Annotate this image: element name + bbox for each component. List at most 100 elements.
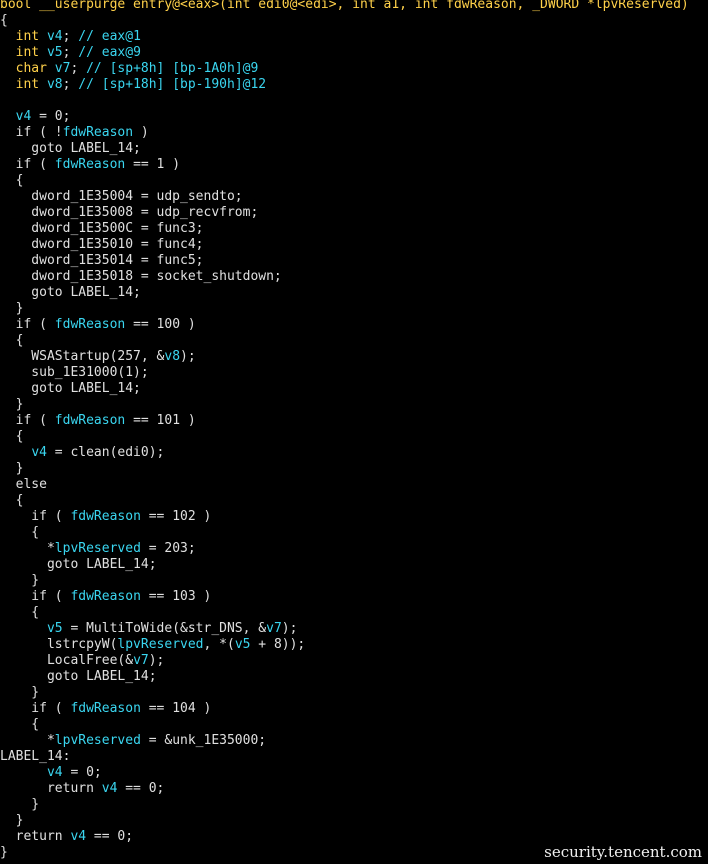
- code-token: {: [0, 333, 24, 348]
- code-line: v4 = clean(edi0);: [0, 445, 689, 461]
- code-token: sub_1E31000(1);: [0, 365, 149, 380]
- code-line: goto LABEL_14;: [0, 381, 689, 397]
- code-line: }: [0, 573, 689, 589]
- code-token: return: [0, 781, 102, 796]
- code-line: if ( fdwReason == 100 ): [0, 317, 689, 333]
- code-token: dword_1E35004 = udp_sendto;: [0, 189, 243, 204]
- code-token: {: [0, 493, 24, 508]
- code-line: {: [0, 525, 689, 541]
- variable-token: v8: [164, 349, 181, 364]
- code-token: *: [0, 733, 55, 748]
- code-token: WSAStartup(257, &: [0, 349, 165, 364]
- code-token: if (: [0, 413, 55, 428]
- code-line: goto LABEL_14;: [0, 557, 689, 573]
- code-line: }: [0, 461, 689, 477]
- code-line: goto LABEL_14;: [0, 669, 689, 685]
- comment-token: // eax@9: [78, 45, 141, 60]
- variable-token: v4: [46, 765, 63, 780]
- code-line: int v4; // eax@1: [0, 29, 689, 45]
- code-line: char v7; // [sp+8h] [bp-1A0h]@9: [0, 61, 689, 77]
- code-line: WSAStartup(257, &v8);: [0, 349, 689, 365]
- variable-token: lpvReserved: [54, 733, 141, 748]
- code-token: if (: [0, 317, 55, 332]
- variable-token: v5: [46, 621, 63, 636]
- code-line: {: [0, 333, 689, 349]
- code-token: = MultiToWide(&str_DNS, &: [62, 621, 267, 636]
- code-token: = 0;: [62, 765, 102, 780]
- code-token: == 0;: [117, 781, 165, 796]
- code-token: == 101 ): [125, 413, 196, 428]
- code-line: goto LABEL_14;: [0, 285, 689, 301]
- code-line: }: [0, 813, 689, 829]
- code-token: }: [0, 397, 24, 412]
- code-line: {: [0, 493, 689, 509]
- code-token: if (: [0, 589, 71, 604]
- variable-token: v8: [46, 77, 63, 92]
- variable-token: fdwReason: [54, 157, 126, 172]
- variable-token: fdwReason: [54, 317, 126, 332]
- type-keyword: int: [15, 77, 40, 92]
- code-token: else: [0, 477, 47, 492]
- code-line: {: [0, 173, 689, 189]
- code-line: return v4 == 0;: [0, 781, 689, 797]
- code-token: );: [148, 653, 165, 668]
- variable-token: fdwReason: [54, 413, 126, 428]
- variable-token: v7: [266, 621, 282, 636]
- code-line: if ( fdwReason == 104 ): [0, 701, 689, 717]
- code-line: {: [0, 717, 689, 733]
- code-token: ;: [70, 61, 87, 76]
- code-token: }: [0, 573, 40, 588]
- code-line: }: [0, 301, 689, 317]
- code-line: dword_1E35008 = udp_recvfrom;: [0, 205, 689, 221]
- code-line: if ( fdwReason == 102 ): [0, 509, 689, 525]
- code-token: }: [0, 461, 24, 476]
- code-token: dword_1E35014 = func5;: [0, 253, 204, 268]
- code-token: == 102 ): [140, 509, 212, 524]
- code-token: {: [0, 429, 24, 444]
- code-line: dword_1E3500C = func3;: [0, 221, 689, 237]
- code-token: dword_1E3500C = func3;: [0, 221, 204, 236]
- code-token: }: [0, 845, 8, 860]
- code-token: lstrcpyW(: [0, 637, 118, 652]
- code-token: == 104 ): [140, 701, 212, 716]
- variable-token: fdwReason: [70, 509, 141, 524]
- code-token: }: [0, 797, 40, 812]
- code-line: if ( !fdwReason ): [0, 125, 689, 141]
- code-line: dword_1E35010 = func4;: [0, 237, 689, 253]
- comment-token: // [sp+18h] [bp-190h]@12: [78, 77, 267, 92]
- variable-token: v4: [31, 445, 47, 460]
- code-token: }: [0, 301, 24, 316]
- code-token: }: [0, 685, 40, 700]
- variable-token: v7: [54, 61, 71, 76]
- code-token: goto LABEL_14;: [0, 669, 157, 684]
- code-line: LocalFree(&v7);: [0, 653, 689, 669]
- code-token: dword_1E35018 = socket_shutdown;: [0, 269, 282, 284]
- code-token: + 8));: [250, 637, 306, 652]
- code-line: v4 = 0;: [0, 109, 689, 125]
- code-token: == 103 ): [140, 589, 212, 604]
- code-token: }: [0, 813, 24, 828]
- code-line: dword_1E35004 = udp_sendto;: [0, 189, 689, 205]
- goto-label: LABEL_14:: [0, 749, 71, 764]
- code-line: bool __userpurge entry@<eax>(int edi0@<e…: [0, 0, 689, 13]
- code-token: = 203;: [140, 541, 196, 556]
- code-token: if (: [0, 509, 71, 524]
- comment-token: // eax@1: [78, 29, 141, 44]
- variable-token: lpvReserved: [54, 541, 141, 556]
- variable-token: v4: [15, 109, 32, 124]
- code-token: ;: [62, 77, 79, 92]
- code-line: if ( fdwReason == 101 ): [0, 413, 689, 429]
- code-line: *lpvReserved = 203;: [0, 541, 689, 557]
- code-token: {: [0, 525, 40, 540]
- code-line: }: [0, 685, 689, 701]
- code-line: int v8; // [sp+18h] [bp-190h]@12: [0, 77, 689, 93]
